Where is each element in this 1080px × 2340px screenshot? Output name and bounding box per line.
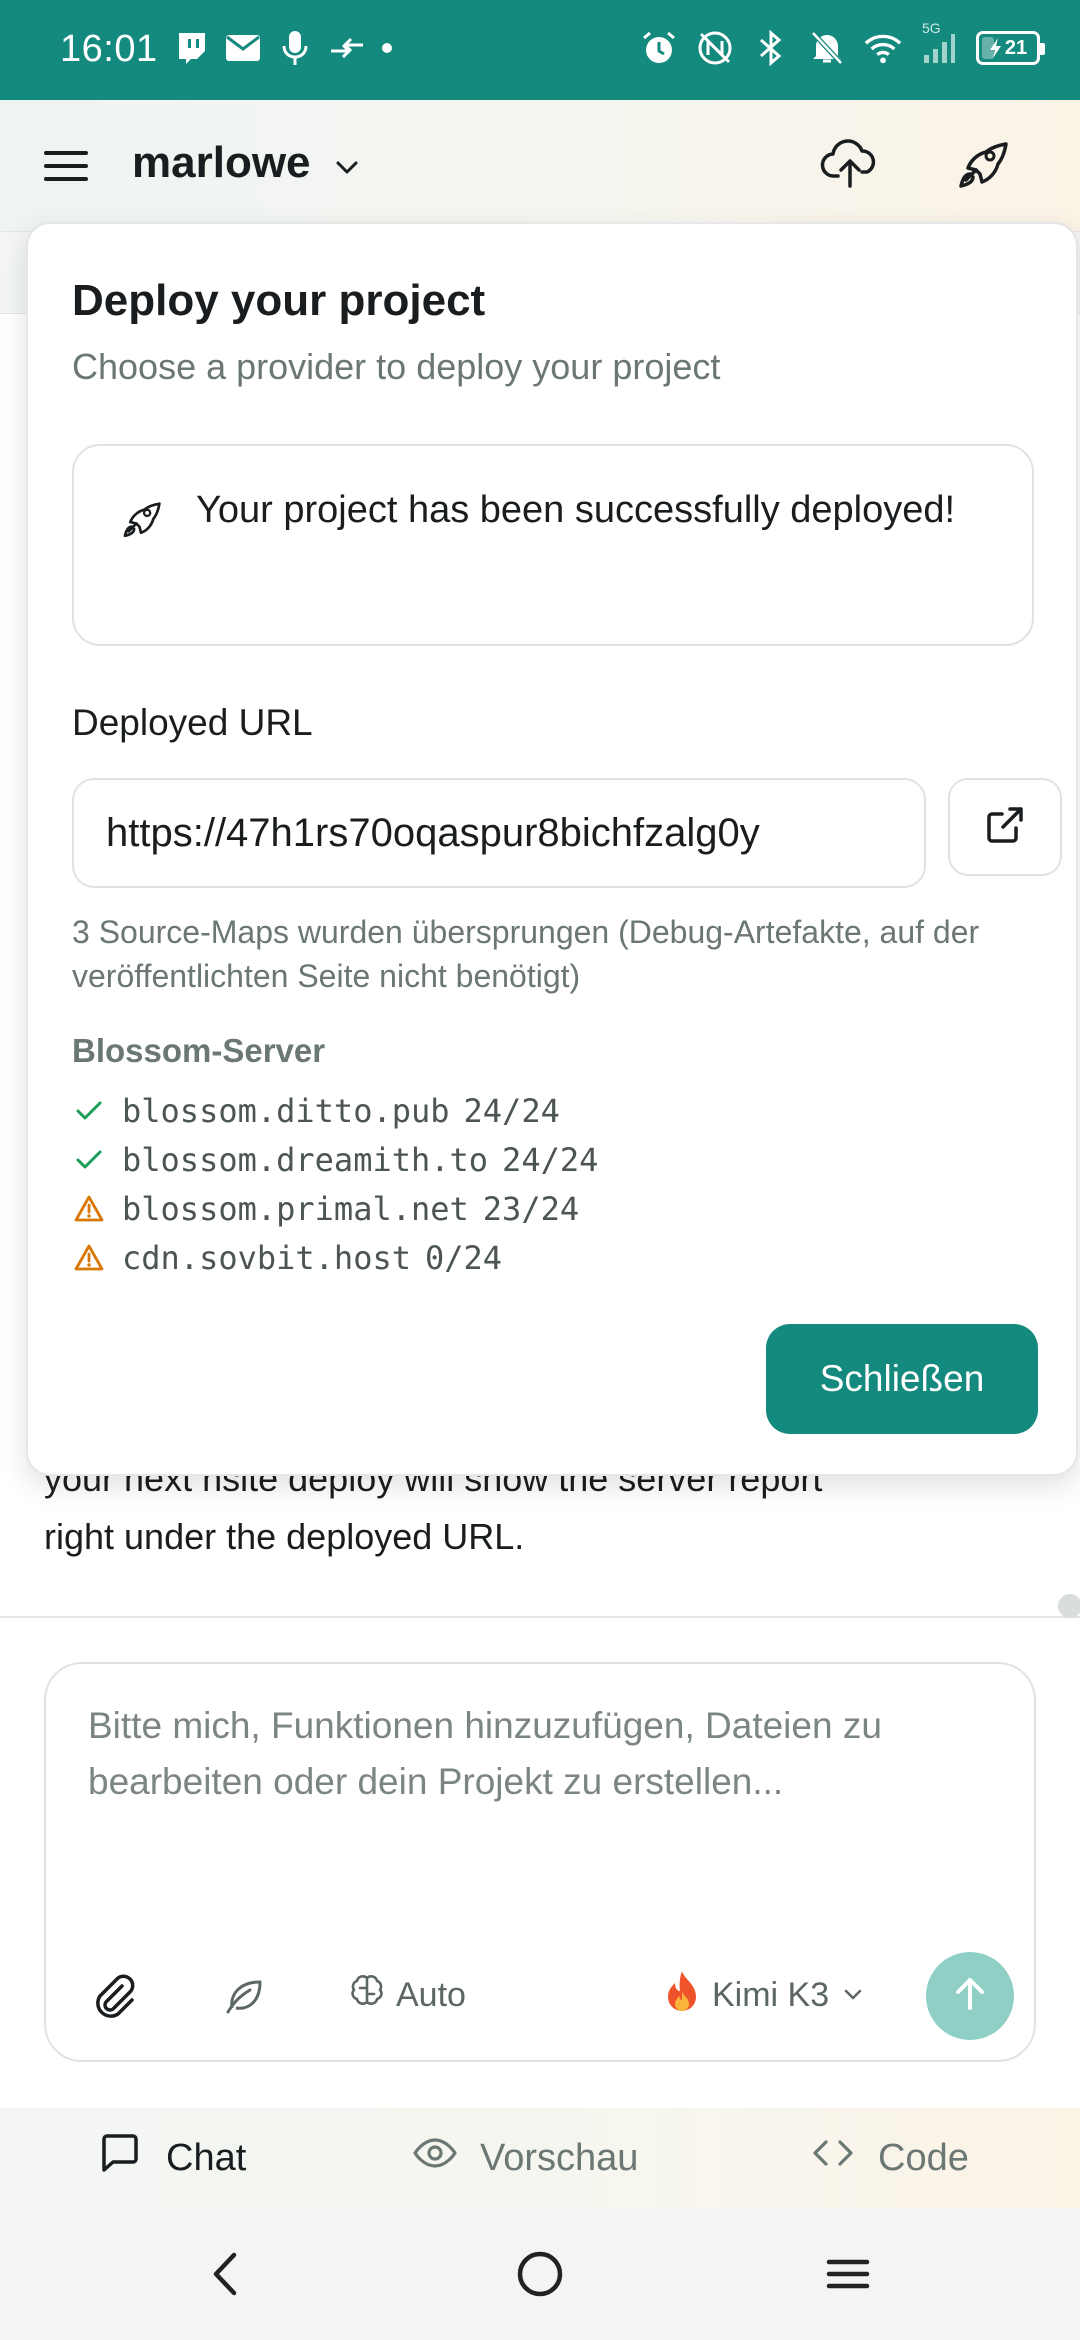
- server-row: blossom.dreamith.to 24/24: [72, 1135, 598, 1184]
- leaf-icon[interactable]: [220, 1970, 270, 2020]
- tab-chat[interactable]: Chat: [96, 2108, 246, 2208]
- back-icon[interactable]: [196, 2244, 256, 2304]
- deployed-url-label: Deployed URL: [72, 702, 313, 743]
- mail-icon: [224, 28, 262, 68]
- tab-label: Vorschau: [480, 2136, 639, 2179]
- server-count: 24/24: [502, 1140, 599, 1179]
- server-row: blossom.ditto.pub 24/24: [72, 1086, 598, 1135]
- mode-selector[interactable]: Auto: [348, 1970, 466, 2020]
- server-host: blossom.dreamith.to: [122, 1140, 489, 1179]
- chevron-down-icon[interactable]: [332, 152, 362, 182]
- clock: 16:01: [60, 28, 158, 70]
- message-composer: Auto Kimi K3: [44, 1662, 1036, 2062]
- message-line: right under the deployed URL.: [44, 1516, 525, 1557]
- mute-icon: [808, 28, 846, 68]
- bottom-tab-bar: Chat Vorschau Code: [0, 2108, 1080, 2208]
- rocket-icon: [118, 496, 164, 542]
- tab-code[interactable]: Code: [810, 2108, 969, 2208]
- system-navigation-bar: [0, 2208, 1080, 2340]
- bluetooth-icon: [752, 28, 790, 68]
- chat-icon: [96, 2129, 144, 2187]
- project-name[interactable]: marlowe: [132, 138, 311, 188]
- server-count: 0/24: [424, 1238, 503, 1277]
- server-count: 24/24: [463, 1091, 560, 1130]
- home-icon[interactable]: [510, 2244, 570, 2304]
- warning-icon: [72, 1241, 106, 1275]
- model-label: Kimi K3: [712, 1975, 830, 2014]
- menu-icon[interactable]: [40, 140, 92, 192]
- code-icon: [810, 2130, 856, 2186]
- network-badge: 5G: [922, 20, 941, 36]
- deployed-url-field[interactable]: [72, 778, 926, 888]
- server-host: blossom.ditto.pub: [122, 1091, 450, 1130]
- scroll-indicator[interactable]: [1058, 1594, 1080, 1618]
- success-message: Your project has been successfully deplo…: [196, 489, 956, 531]
- model-selector[interactable]: Kimi K3: [664, 1968, 865, 2022]
- wifi-icon: [864, 28, 902, 68]
- tab-preview[interactable]: Vorschau: [412, 2108, 638, 2208]
- app-header: marlowe: [0, 100, 1080, 232]
- external-link-icon: [984, 804, 1026, 851]
- tab-label: Chat: [166, 2136, 247, 2179]
- servers-heading: Blossom-Server: [72, 1032, 326, 1069]
- fire-icon: [664, 1969, 700, 2022]
- status-bar: 16:01 5G 21: [0, 0, 1080, 100]
- close-button[interactable]: Schließen: [766, 1324, 1038, 1434]
- server-host: cdn.sovbit.host: [122, 1238, 411, 1277]
- server-host: blossom.primal.net: [122, 1189, 469, 1228]
- server-row: blossom.primal.net 23/24: [72, 1184, 598, 1233]
- divider: [0, 1616, 1080, 1618]
- check-icon: [72, 1143, 106, 1177]
- server-count: 23/24: [482, 1189, 580, 1228]
- source-maps-note: 3 Source-Maps wurden übersprungen (Debug…: [72, 914, 980, 994]
- paperclip-icon[interactable]: [88, 1970, 138, 2020]
- deploy-popover: Deploy your project Choose a provider to…: [26, 222, 1078, 1476]
- message-input[interactable]: [88, 1698, 988, 1858]
- battery-level: 21: [1004, 36, 1028, 59]
- recents-icon[interactable]: [818, 2244, 878, 2304]
- twitch-icon: [172, 28, 210, 68]
- battery-icon: 21: [976, 31, 1045, 65]
- system-icons: 5G 21: [640, 20, 1045, 68]
- dot-icon: [380, 28, 394, 68]
- popover-subtitle: Choose a provider to deploy your project: [72, 346, 721, 387]
- notification-icons: [172, 28, 394, 68]
- server-row: cdn.sovbit.host 0/24: [72, 1233, 598, 1282]
- rocket-icon[interactable]: [952, 134, 1012, 194]
- cloud-upload-icon[interactable]: [820, 134, 880, 194]
- alarm-icon: [640, 28, 678, 68]
- mic-icon: [276, 28, 314, 68]
- success-alert: Your project has been successfully deplo…: [72, 444, 1034, 646]
- data-transfer-icon: [328, 28, 366, 68]
- eye-icon: [412, 2130, 458, 2186]
- open-url-button[interactable]: [948, 778, 1062, 876]
- mode-label: Auto: [396, 1975, 466, 2014]
- signal-icon: 5G: [920, 20, 958, 68]
- chevron-down-icon: [841, 1976, 865, 2015]
- server-list: blossom.ditto.pub 24/24 blossom.dreamith…: [72, 1086, 598, 1282]
- tab-label: Code: [878, 2136, 969, 2179]
- arrow-up-icon: [948, 1972, 992, 2021]
- warning-icon: [72, 1192, 106, 1226]
- send-button[interactable]: [926, 1952, 1014, 2040]
- check-icon: [72, 1094, 106, 1128]
- nfc-icon: [696, 28, 734, 68]
- brain-icon: [348, 1972, 386, 2019]
- popover-title: Deploy your project: [72, 276, 486, 325]
